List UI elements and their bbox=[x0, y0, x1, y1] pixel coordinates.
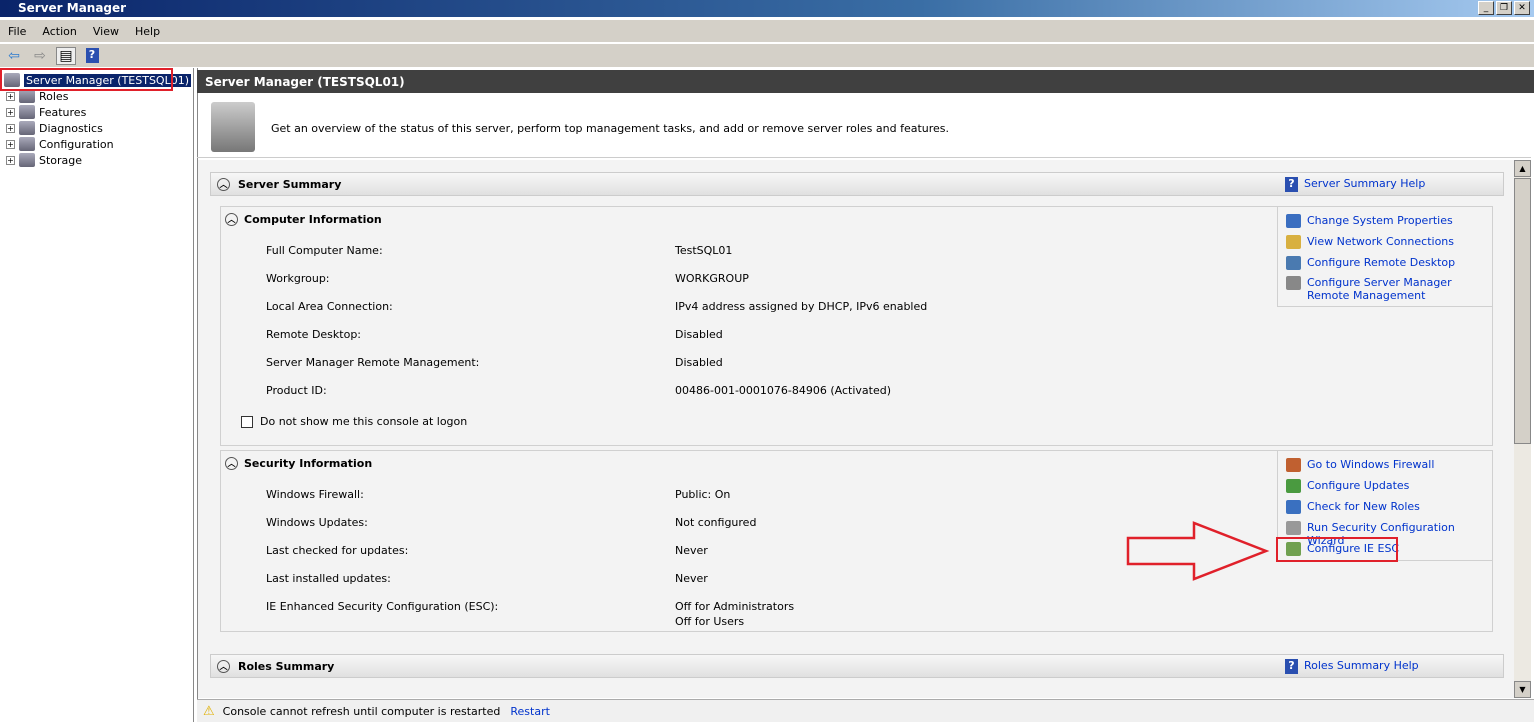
row-value: Not configured bbox=[675, 516, 757, 529]
tree-item-diagnostics[interactable]: + Diagnostics bbox=[6, 120, 103, 136]
collapse-icon[interactable]: ︿ bbox=[217, 177, 230, 191]
scrollbar-thumb[interactable] bbox=[1514, 178, 1531, 444]
storage-icon bbox=[19, 153, 35, 167]
row-label: Windows Updates: bbox=[266, 516, 368, 529]
task-check-for-new-roles[interactable]: Check for New Roles bbox=[1286, 500, 1420, 514]
menu-view[interactable]: View bbox=[93, 25, 119, 38]
help-icon[interactable]: ? bbox=[85, 48, 99, 63]
wizard-icon bbox=[1286, 521, 1301, 535]
row-value: Off for Administrators bbox=[675, 600, 795, 613]
row-value: Disabled bbox=[675, 356, 723, 369]
row-label: Workgroup: bbox=[266, 272, 330, 285]
system-properties-icon bbox=[1286, 214, 1301, 228]
row-value: Never bbox=[675, 544, 708, 557]
checkbox-icon[interactable] bbox=[241, 415, 253, 428]
network-icon bbox=[1286, 235, 1301, 249]
computer-information-header: ︿ Computer Information bbox=[225, 213, 382, 226]
help-icon: ? bbox=[1285, 176, 1298, 192]
row-value: Never bbox=[675, 572, 708, 585]
row-label: Remote Desktop: bbox=[266, 328, 362, 341]
minimize-button[interactable]: _ bbox=[1478, 1, 1494, 15]
tree-item-features[interactable]: + Features bbox=[6, 104, 86, 120]
expand-icon[interactable]: + bbox=[6, 155, 15, 165]
annotation-arrow-icon bbox=[1126, 521, 1270, 581]
expand-icon[interactable]: + bbox=[6, 139, 15, 149]
expand-icon[interactable]: + bbox=[6, 107, 15, 117]
server-summary-help-link[interactable]: ? Server Summary Help bbox=[1285, 176, 1425, 192]
server-toolbox-icon bbox=[211, 102, 255, 152]
windows-update-icon bbox=[1286, 479, 1301, 493]
row-label: Local Area Connection: bbox=[266, 300, 393, 313]
toolbar: ⇦ ⇨ ▤ ? bbox=[0, 43, 1534, 67]
expand-icon[interactable]: + bbox=[6, 123, 15, 133]
row-value: Disabled bbox=[675, 328, 723, 341]
scroll-down-icon[interactable]: ▼ bbox=[1514, 681, 1531, 698]
configuration-icon bbox=[19, 137, 35, 151]
task-configure-remote-management[interactable]: Configure Server Manager Remote Manageme… bbox=[1286, 276, 1487, 302]
summary-scroll-area: ︿ Server Summary ? Server Summary Help ︿ Co… bbox=[198, 160, 1514, 698]
expand-icon[interactable]: + bbox=[6, 91, 15, 101]
row-label: Last installed updates: bbox=[266, 572, 391, 585]
menu-file[interactable]: File bbox=[8, 25, 26, 38]
row-value: IPv4 address assigned by DHCP, IPv6 enab… bbox=[675, 300, 928, 313]
scroll-up-icon[interactable]: ▲ bbox=[1514, 160, 1531, 177]
tree-pane: Server Manager (TESTSQL01) + Roles + Featu… bbox=[0, 68, 194, 722]
remote-desktop-icon bbox=[1286, 256, 1301, 270]
server-summary-header: ︿ Server Summary ? Server Summary Help bbox=[210, 172, 1504, 196]
restart-link[interactable]: Restart bbox=[510, 705, 550, 718]
forward-icon[interactable]: ⇨ bbox=[30, 47, 50, 65]
dont-show-checkbox[interactable]: Do not show me this console at logon bbox=[241, 415, 467, 428]
row-label: Server Manager Remote Management: bbox=[266, 356, 480, 369]
intro-text: Get an overview of the status of this se… bbox=[271, 122, 950, 135]
row-value: 00486-001-0001076-84906 (Activated) bbox=[675, 384, 892, 397]
collapse-icon[interactable]: ︿ bbox=[225, 213, 238, 226]
status-bar: ⚠ Console cannot refresh until computer … bbox=[197, 699, 1534, 722]
server-icon bbox=[1286, 276, 1301, 290]
menu-action[interactable]: Action bbox=[42, 25, 76, 38]
task-configure-remote-desktop[interactable]: Configure Remote Desktop bbox=[1286, 256, 1455, 270]
vertical-scrollbar[interactable]: ▲ ▼ bbox=[1514, 160, 1531, 698]
row-value: Public: On bbox=[675, 488, 731, 501]
annotation-box-tree-root bbox=[0, 68, 173, 91]
window-title: Server Manager bbox=[18, 1, 127, 15]
row-value: WORKGROUP bbox=[675, 272, 749, 285]
row-label: Full Computer Name: bbox=[266, 244, 383, 257]
row-label: Windows Firewall: bbox=[266, 488, 364, 501]
task-change-system-properties[interactable]: Change System Properties bbox=[1286, 214, 1453, 228]
intro-section: Get an overview of the status of this se… bbox=[197, 94, 1531, 158]
features-icon bbox=[19, 105, 35, 119]
close-button[interactable]: ✕ bbox=[1514, 1, 1530, 15]
help-icon: ? bbox=[1285, 658, 1298, 674]
pane-header: Server Manager (TESTSQL01) bbox=[197, 70, 1534, 93]
annotation-box-configure-ie-esc bbox=[1276, 537, 1398, 562]
row-value: TestSQL01 bbox=[675, 244, 733, 257]
warning-icon: ⚠ bbox=[203, 703, 215, 719]
firewall-icon bbox=[1286, 458, 1301, 472]
collapse-icon[interactable]: ︿ bbox=[225, 457, 238, 470]
roles-summary-header: ︿ Roles Summary ? Roles Summary Help bbox=[210, 654, 1504, 678]
roles-icon bbox=[19, 89, 35, 103]
row-label: Product ID: bbox=[266, 384, 327, 397]
task-configure-updates[interactable]: Configure Updates bbox=[1286, 479, 1409, 493]
menu-help[interactable]: Help bbox=[135, 25, 160, 38]
security-information-header: ︿ Security Information bbox=[225, 457, 372, 470]
task-view-network-connections[interactable]: View Network Connections bbox=[1286, 235, 1454, 249]
computer-tasks: Change System Properties View Network Co… bbox=[1277, 206, 1493, 307]
roles-summary-help-link[interactable]: ? Roles Summary Help bbox=[1285, 658, 1419, 674]
tree-item-configuration[interactable]: + Configuration bbox=[6, 136, 114, 152]
diagnostics-icon bbox=[19, 121, 35, 135]
refresh-roles-icon bbox=[1286, 500, 1301, 514]
row-label: Last checked for updates: bbox=[266, 544, 409, 557]
collapse-icon[interactable]: ︿ bbox=[217, 659, 230, 673]
status-message: Console cannot refresh until computer is… bbox=[222, 704, 501, 718]
show-hide-tree-icon[interactable]: ▤ bbox=[56, 46, 76, 65]
row-label: IE Enhanced Security Configuration (ESC)… bbox=[266, 600, 499, 613]
back-icon[interactable]: ⇦ bbox=[4, 47, 24, 65]
task-go-to-windows-firewall[interactable]: Go to Windows Firewall bbox=[1286, 458, 1434, 472]
menu-bar: File Action View Help bbox=[0, 20, 1534, 42]
row-value: Off for Users bbox=[675, 615, 745, 628]
restore-button[interactable]: ❐ bbox=[1496, 1, 1512, 15]
tree-item-storage[interactable]: + Storage bbox=[6, 152, 82, 168]
title-bar: Server Manager bbox=[0, 0, 1534, 17]
